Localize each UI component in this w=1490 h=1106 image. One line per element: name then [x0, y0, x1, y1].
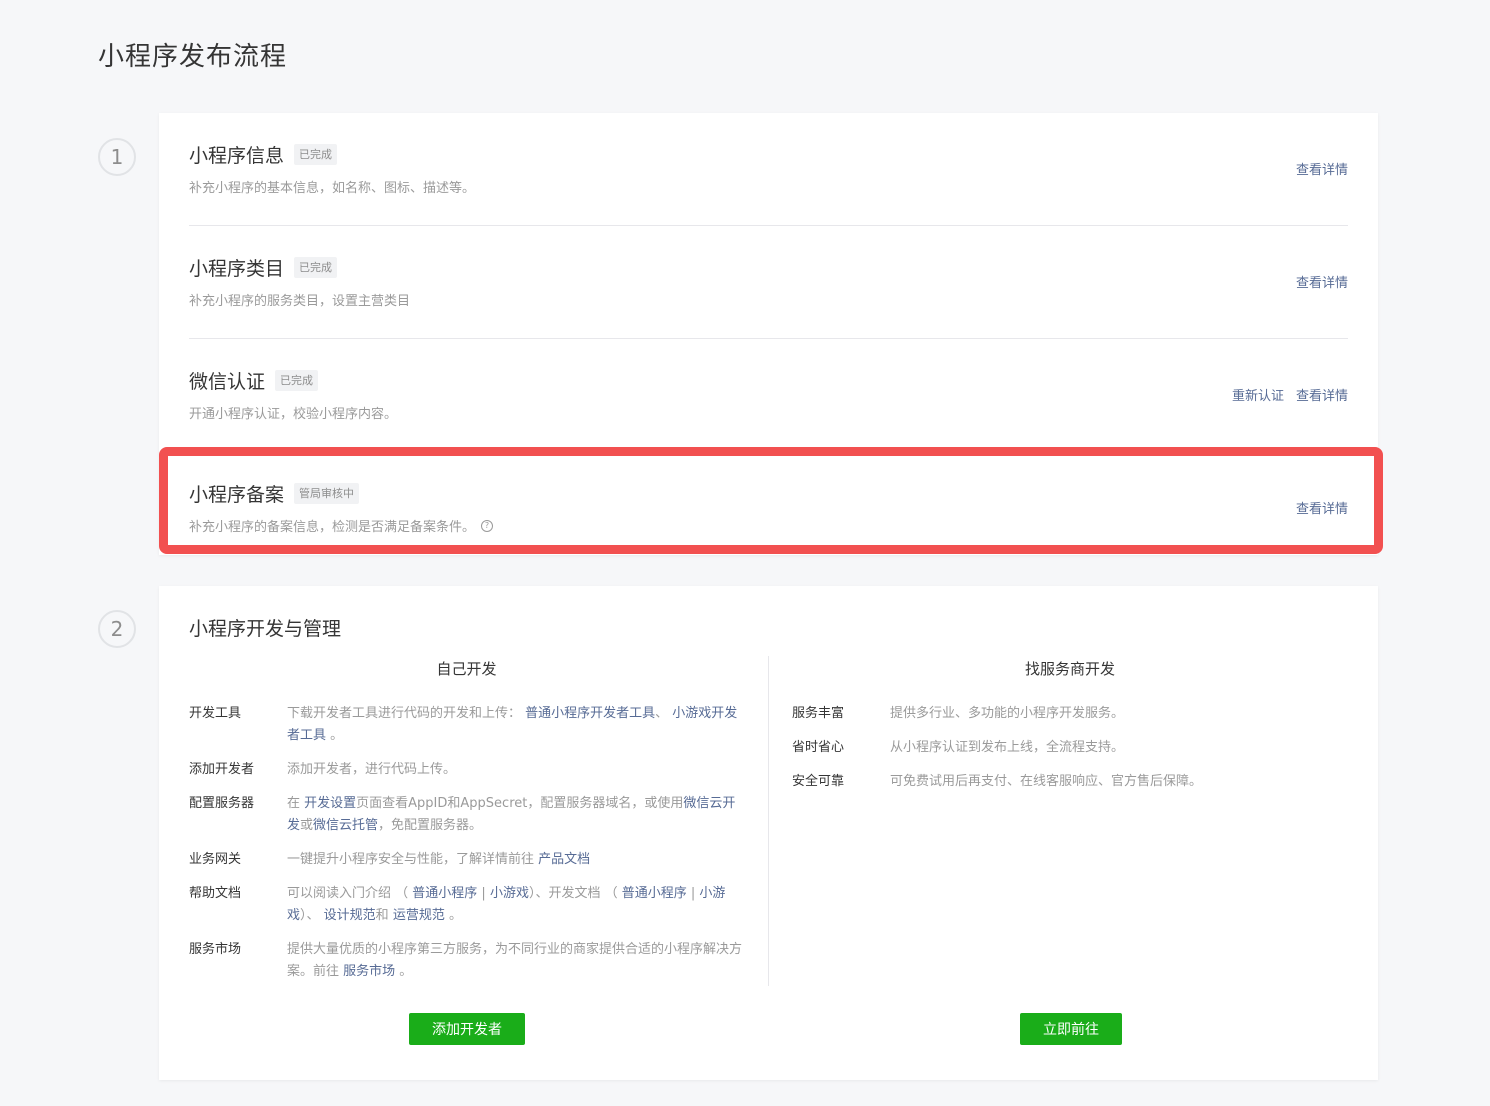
list-item: 业务网关 一键提升小程序安全与性能，了解详情前往 产品文档 — [189, 849, 744, 871]
text: ，免配置服务器。 — [378, 818, 483, 833]
design-guide-link[interactable]: 设计规范 — [324, 908, 376, 923]
publish-steps-card: 小程序信息 已完成 补充小程序的基本信息，如名称、图标、描述等。 查看详情 小程… — [159, 113, 1378, 555]
column-heading: 自己开发 — [436, 660, 497, 678]
step-desc: 补充小程序的备案信息，检测是否满足备案条件。 — [189, 520, 476, 535]
view-details-link[interactable]: 查看详情 — [1296, 498, 1348, 517]
docs-miniprogram-link[interactable]: 普通小程序 — [622, 886, 687, 901]
text: 和 — [375, 908, 393, 923]
list-item: 添加开发者 添加开发者，进行代码上传。 — [189, 759, 744, 781]
item-label: 安全可靠 — [792, 774, 845, 789]
step-number-1: 1 — [98, 138, 136, 176]
list-item: 省时省心 从小程序认证到发布上线，全流程支持。 — [792, 737, 1348, 759]
text: 一键提升小程序安全与性能，了解详情前往 — [287, 852, 539, 867]
text: 。 — [326, 728, 344, 743]
item-label: 服务市场 — [189, 942, 242, 957]
text: 页面查看AppID和AppSecret，配置服务器域名，或使用 — [356, 796, 684, 811]
text: 。 — [444, 908, 462, 923]
cloud-hosting-link[interactable]: 微信云托管 — [313, 818, 378, 833]
intro-miniprogram-link[interactable]: 普通小程序 — [412, 886, 477, 901]
list-item: 配置服务器 在 开发设置页面查看AppID和AppSecret，配置服务器域名，… — [189, 793, 744, 837]
product-docs-link[interactable]: 产品文档 — [538, 852, 590, 867]
step-number-2: 2 — [98, 610, 136, 648]
item-label: 服务丰富 — [792, 706, 845, 721]
text: 可以阅读入门介绍 （ — [287, 886, 413, 901]
step-desc: 补充小程序的服务类目，设置主营类目 — [189, 294, 411, 309]
item-text: 可以阅读入门介绍 （ 普通小程序 | 小游戏）、开发文档 （ 普通小程序 | 小… — [287, 883, 744, 927]
step-desc-wrap: 补充小程序的备案信息，检测是否满足备案条件。 ? — [189, 516, 494, 535]
self-develop-column: 自己开发 开发工具 下载开发者工具进行代码的开发和上传： 普通小程序开发者工具、… — [189, 658, 744, 995]
list-item: 安全可靠 可免费试用后再支付、在线客服响应、官方售后保障。 — [792, 771, 1348, 793]
status-badge: 已完成 — [294, 144, 338, 165]
go-now-button[interactable]: 立即前往 — [1020, 1013, 1122, 1045]
page-title: 小程序发布流程 — [98, 42, 288, 72]
step-row-category: 小程序类目 已完成 补充小程序的服务类目，设置主营类目 查看详情 — [189, 226, 1348, 339]
step-desc: 补充小程序的基本信息，如名称、图标、描述等。 — [189, 181, 476, 196]
item-label: 业务网关 — [189, 852, 242, 867]
list-item: 服务市场 提供大量优质的小程序第三方服务，为不同行业的商家提供合适的小程序解决方… — [189, 939, 744, 983]
text: ）、 — [300, 908, 324, 923]
item-label: 配置服务器 — [189, 796, 255, 811]
text: 。 — [395, 964, 413, 979]
reverify-link[interactable]: 重新认证 — [1232, 385, 1284, 404]
item-text: 从小程序认证到发布上线，全流程支持。 — [890, 740, 1125, 755]
section-title: 小程序开发与管理 — [189, 618, 342, 640]
dev-management-card: 小程序开发与管理 自己开发 开发工具 下载开发者工具进行代码的开发和上传： 普通… — [159, 586, 1378, 1080]
item-text: 可免费试用后再支付、在线客服响应、官方售后保障。 — [890, 774, 1203, 789]
text: 或 — [300, 818, 314, 833]
text: ）、开发文档 （ — [528, 886, 622, 901]
list-item: 帮助文档 可以阅读入门介绍 （ 普通小程序 | 小游戏）、开发文档 （ 普通小程… — [189, 883, 744, 927]
service-market-link[interactable]: 服务市场 — [343, 964, 395, 979]
list-item: 服务丰富 提供多行业、多功能的小程序开发服务。 — [792, 703, 1348, 725]
step-title: 小程序类目 — [189, 258, 285, 280]
devtools-link[interactable]: 普通小程序开发者工具 — [525, 706, 655, 721]
step-title: 微信认证 — [189, 371, 266, 393]
add-developer-button[interactable]: 添加开发者 — [409, 1013, 525, 1045]
text: 下载开发者工具进行代码的开发和上传： — [287, 706, 526, 721]
text: 、 — [655, 706, 673, 721]
item-text: 提供大量优质的小程序第三方服务，为不同行业的商家提供合适的小程序解决方案。前往 … — [287, 939, 744, 983]
step-title: 小程序信息 — [189, 145, 285, 167]
step-row-info: 小程序信息 已完成 补充小程序的基本信息，如名称、图标、描述等。 查看详情 — [189, 113, 1348, 226]
view-details-link[interactable]: 查看详情 — [1296, 272, 1348, 291]
item-text: 下载开发者工具进行代码的开发和上传： 普通小程序开发者工具、 小游戏开发者工具 … — [287, 703, 744, 747]
item-text: 添加开发者，进行代码上传。 — [287, 762, 457, 777]
column-heading: 找服务商开发 — [1024, 660, 1115, 678]
column-divider — [768, 656, 769, 986]
item-text: 一键提升小程序安全与性能，了解详情前往 产品文档 — [287, 849, 590, 871]
view-details-link[interactable]: 查看详情 — [1296, 385, 1348, 404]
item-text: 提供多行业、多功能的小程序开发服务。 — [890, 706, 1125, 721]
intro-game-link[interactable]: 小游戏 — [490, 886, 529, 901]
text: | — [686, 886, 700, 901]
help-icon[interactable]: ? — [481, 519, 494, 532]
item-text: 在 开发设置页面查看AppID和AppSecret，配置服务器域名，或使用微信云… — [287, 793, 744, 837]
operation-guide-link[interactable]: 运营规范 — [393, 908, 445, 923]
list-item: 开发工具 下载开发者工具进行代码的开发和上传： 普通小程序开发者工具、 小游戏开… — [189, 703, 744, 747]
step-title: 小程序备案 — [189, 484, 285, 506]
item-label: 省时省心 — [792, 740, 845, 755]
step-row-filing: 小程序备案 管局审核中 补充小程序的备案信息，检测是否满足备案条件。 ? 查看详… — [189, 452, 1348, 565]
step-row-verification: 微信认证 已完成 开通小程序认证，校验小程序内容。 重新认证 查看详情 — [189, 339, 1348, 452]
provider-develop-column: 找服务商开发 服务丰富 提供多行业、多功能的小程序开发服务。 省时省心 从小程序… — [792, 658, 1348, 805]
step-desc: 开通小程序认证，校验小程序内容。 — [189, 407, 398, 422]
text: 在 — [287, 796, 305, 811]
item-label: 帮助文档 — [189, 886, 242, 901]
status-badge: 管局审核中 — [294, 483, 360, 504]
text: | — [477, 886, 490, 901]
view-details-link[interactable]: 查看详情 — [1296, 159, 1348, 178]
status-badge: 已完成 — [275, 370, 319, 391]
status-badge: 已完成 — [294, 257, 338, 278]
item-label: 添加开发者 — [189, 762, 255, 777]
dev-settings-link[interactable]: 开发设置 — [304, 796, 356, 811]
item-label: 开发工具 — [189, 706, 242, 721]
